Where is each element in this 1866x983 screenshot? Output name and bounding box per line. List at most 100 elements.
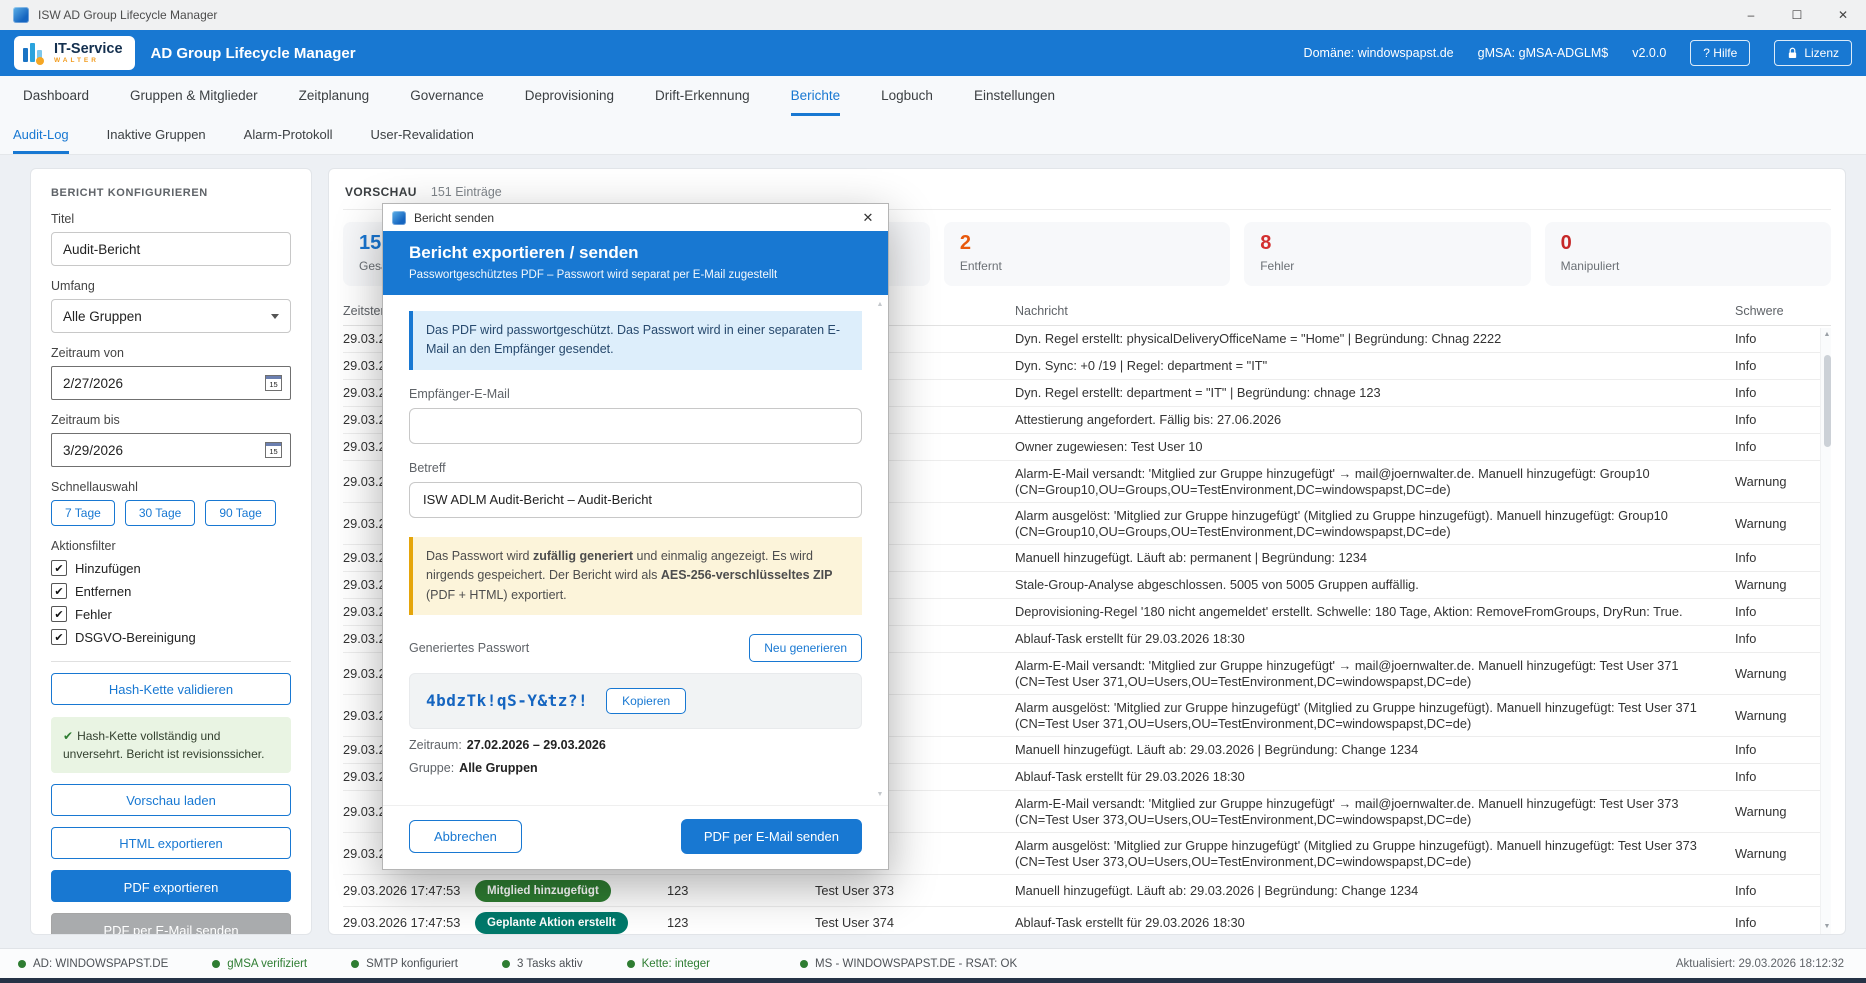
dialog-close-icon[interactable]: ✕ <box>852 204 884 231</box>
subtab-user-revalidation[interactable]: User-Revalidation <box>371 116 474 154</box>
maximize-icon[interactable]: ☐ <box>1774 0 1820 30</box>
scroll-up-icon[interactable]: ▲ <box>877 301 884 309</box>
window-title: ISW AD Group Lifecycle Manager <box>38 8 217 22</box>
cell-nachricht: Dyn. Sync: +0 /19 | Regel: department = … <box>1015 358 1735 374</box>
content-area: BERICHT KONFIGURIEREN Titel Audit-Berich… <box>0 154 1866 948</box>
cell-gruppe: 123 <box>667 915 815 931</box>
checkbox-checked-icon[interactable]: ✔ <box>51 560 67 576</box>
copy-button[interactable]: Kopieren <box>606 688 686 714</box>
checkbox-checked-icon[interactable]: ✔ <box>51 606 67 622</box>
dialog-title: Bericht senden <box>414 211 494 225</box>
table-row[interactable]: 29.03.2026 17:47:53 Geplante Aktion erst… <box>343 907 1831 934</box>
quick-90-tage-button[interactable]: 90 Tage <box>205 500 276 526</box>
cell-nachricht: Ablauf-Task erstellt für 29.03.2026 18:3… <box>1015 631 1735 647</box>
preview-count: 151 Einträge <box>431 185 502 199</box>
window-titlebar: ISW AD Group Lifecycle Manager – ☐ ✕ <box>0 0 1866 31</box>
quick-select-row: 7 Tage 30 Tage 90 Tage <box>51 500 291 526</box>
cell-nachricht: Dyn. Regel erstellt: department = "IT" |… <box>1015 385 1735 401</box>
filter-fehler[interactable]: ✔ Fehler <box>51 606 291 622</box>
send-pdf-button[interactable]: PDF per E-Mail senden <box>681 819 862 854</box>
cell-nachricht: Deprovisioning-Regel '180 nicht angemeld… <box>1015 604 1735 620</box>
password-box: 4bdzTk!qS-Y&tz?! Kopieren <box>409 673 862 729</box>
cell-nachricht: Manuell hinzugefügt. Läuft ab: permanent… <box>1015 550 1735 566</box>
scroll-down-icon[interactable]: ▼ <box>1824 923 1831 931</box>
license-button[interactable]: Lizenz <box>1774 40 1852 66</box>
subject-input[interactable]: ISW ADLM Audit-Bericht – Audit-Bericht <box>409 482 862 518</box>
tab-einstellungen[interactable]: Einstellungen <box>974 76 1055 116</box>
quick-30-tage-button[interactable]: 30 Tage <box>125 500 196 526</box>
subtab-alarm-protokoll[interactable]: Alarm-Protokoll <box>244 116 333 154</box>
tab-dashboard[interactable]: Dashboard <box>23 76 89 116</box>
date-to-input[interactable]: 3/29/2026 15 <box>51 433 291 467</box>
cell-schwere: Info <box>1735 883 1831 899</box>
cell-schwere: Warnung <box>1735 804 1831 820</box>
card-value: 2 <box>960 232 1214 254</box>
titel-input[interactable]: Audit-Bericht <box>51 232 291 266</box>
calendar-icon[interactable]: 15 <box>265 375 282 391</box>
filter-entfernen[interactable]: ✔ Entfernen <box>51 583 291 599</box>
close-icon[interactable]: ✕ <box>1820 0 1866 30</box>
checkbox-checked-icon[interactable]: ✔ <box>51 629 67 645</box>
calendar-icon[interactable]: 15 <box>265 442 282 458</box>
umfang-select[interactable]: Alle Gruppen <box>51 299 291 333</box>
subtab-audit-log[interactable]: Audit-Log <box>13 116 69 154</box>
tab-berichte[interactable]: Berichte <box>791 76 841 116</box>
table-scrollbar[interactable]: ▲ ▼ <box>1820 328 1831 934</box>
dialog-heading: Bericht exportieren / senden <box>409 243 862 263</box>
page-title: AD Group Lifecycle Manager <box>151 45 356 62</box>
subtab-inaktive-gruppen[interactable]: Inaktive Gruppen <box>107 116 206 154</box>
card-value: 0 <box>1561 232 1815 254</box>
cell-aktion: Geplante Aktion erstellt <box>475 912 667 934</box>
quick-select-label: Schnellauswahl <box>51 480 291 494</box>
cell-nachricht: Stale-Group-Analyse abgeschlossen. 5005 … <box>1015 577 1735 593</box>
tab-gruppen-mitglieder[interactable]: Gruppen & Mitglieder <box>130 76 258 116</box>
filter-hinzufügen[interactable]: ✔ Hinzufügen <box>51 560 291 576</box>
domain-label: Domäne: windowspapst.de <box>1304 46 1454 60</box>
date-from-input[interactable]: 2/27/2026 15 <box>51 366 291 400</box>
cell-schwere: Warnung <box>1735 577 1831 593</box>
regenerate-button[interactable]: Neu generieren <box>749 634 862 662</box>
scroll-up-icon[interactable]: ▲ <box>1824 331 1831 339</box>
export-pdf-button[interactable]: PDF exportieren <box>51 870 291 902</box>
panel-title: BERICHT KONFIGURIEREN <box>51 187 291 199</box>
cell-nachricht: Alarm ausgelöst: 'Mitglied zur Gruppe hi… <box>1015 700 1735 732</box>
cancel-button[interactable]: Abbrechen <box>409 820 522 853</box>
scrollbar-thumb[interactable] <box>1824 355 1831 447</box>
card-label: Entfernt <box>960 259 1214 273</box>
status-dot-icon <box>502 960 510 968</box>
summary-card-fehler: 8 Fehler <box>1244 222 1530 286</box>
cell-schwere: Warnung <box>1735 708 1831 724</box>
recipient-email-input[interactable] <box>409 408 862 444</box>
column-header-nachricht[interactable]: Nachricht <box>1015 303 1735 319</box>
tab-drift-erkennung[interactable]: Drift-Erkennung <box>655 76 750 116</box>
status-smtp-konfiguriert: SMTP konfiguriert <box>351 958 458 970</box>
card-label: Fehler <box>1260 259 1514 273</box>
load-preview-button[interactable]: Vorschau laden <box>51 784 291 816</box>
filter-dsgvo-bereinigung[interactable]: ✔ DSGVO-Bereinigung <box>51 629 291 645</box>
tab-zeitplanung[interactable]: Zeitplanung <box>299 76 370 116</box>
table-row[interactable]: 29.03.2026 17:47:53 Mitglied hinzugefügt… <box>343 875 1831 907</box>
tab-governance[interactable]: Governance <box>410 76 484 116</box>
gruppe-row: Gruppe:Alle Gruppen <box>409 761 862 775</box>
status-ad-windowspapst-de: AD: WINDOWSPAPST.DE <box>18 958 168 970</box>
send-pdf-email-button[interactable]: PDF per E-Mail senden <box>51 913 291 935</box>
cell-schwere: Info <box>1735 604 1831 620</box>
column-header-schwere[interactable]: Schwere <box>1735 303 1831 319</box>
checkbox-checked-icon[interactable]: ✔ <box>51 583 67 599</box>
action-filter-list: ✔ Hinzufügen ✔ Entfernen ✔ Fehler ✔ DSGV… <box>51 560 291 645</box>
status-3-tasks-aktiv: 3 Tasks aktiv <box>502 958 583 970</box>
validate-hash-button[interactable]: Hash-Kette validieren <box>51 673 291 705</box>
scroll-down-icon[interactable]: ▼ <box>877 791 884 799</box>
dialog-scrollbar[interactable]: ▲ ▼ <box>875 301 885 799</box>
export-html-button[interactable]: HTML exportieren <box>51 827 291 859</box>
tab-deprovisioning[interactable]: Deprovisioning <box>525 76 614 116</box>
cell-nachricht: Manuell hinzugefügt. Läuft ab: 29.03.202… <box>1015 883 1735 899</box>
help-button[interactable]: ? Hilfe <box>1690 40 1750 66</box>
cell-nachricht: Attestierung angefordert. Fällig bis: 27… <box>1015 412 1735 428</box>
quick-7-tage-button[interactable]: 7 Tage <box>51 500 115 526</box>
minimize-icon[interactable]: – <box>1728 0 1774 30</box>
dialog-footer: Abbrechen PDF per E-Mail senden <box>383 805 888 869</box>
action-badge: Geplante Aktion erstellt <box>475 912 628 934</box>
tab-logbuch[interactable]: Logbuch <box>881 76 933 116</box>
umfang-label: Umfang <box>51 279 291 293</box>
